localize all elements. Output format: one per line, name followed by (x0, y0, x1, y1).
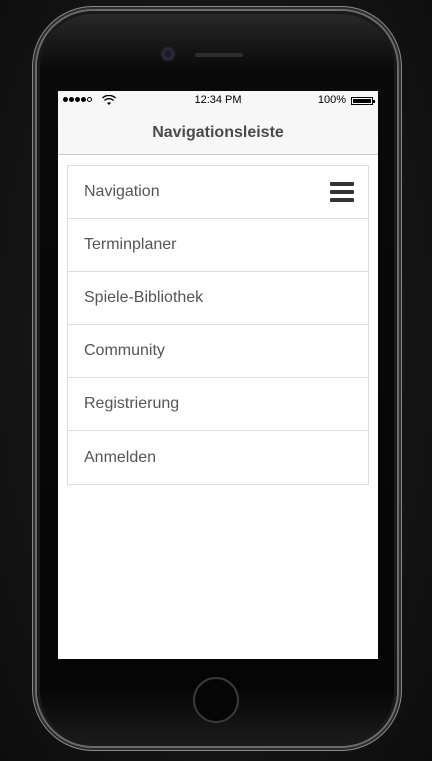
menu-item-community[interactable]: Community (68, 325, 368, 378)
home-button[interactable] (193, 677, 239, 723)
device-mockup-stage: 12:34 PM 100% Navigationsleiste Navigati… (0, 0, 432, 761)
menu-item-label: Community (84, 342, 165, 359)
menu-item-navigation[interactable]: Navigation (68, 166, 368, 219)
battery-icon (351, 97, 375, 105)
menu-item-label: Spiele-Bibliothek (84, 289, 204, 306)
menu-item-label: Registrierung (84, 395, 180, 412)
earpiece-speaker (195, 53, 243, 57)
page-title: Navigationsleiste (152, 123, 284, 141)
phone-screen: 12:34 PM 100% Navigationsleiste Navigati… (58, 91, 378, 659)
navigation-bar: Navigationsleiste (58, 111, 378, 155)
menu-item-label: Navigation (84, 183, 160, 200)
navigation-menu: Navigation Terminplaner Spiele-Bibliothe… (67, 165, 369, 485)
menu-item-anmelden[interactable]: Anmelden (68, 431, 368, 484)
menu-item-label: Anmelden (84, 448, 157, 466)
battery-percentage: 100% (317, 94, 346, 106)
power-button (397, 150, 401, 200)
front-camera (163, 49, 173, 59)
menu-item-spiele-bibliothek[interactable]: Spiele-Bibliothek (68, 272, 368, 325)
status-bar: 12:34 PM 100% (58, 91, 378, 111)
menu-item-registrierung[interactable]: Registrierung (68, 378, 368, 431)
menu-item-terminplaner[interactable]: Terminplaner (68, 219, 368, 272)
hamburger-icon[interactable] (330, 182, 354, 202)
menu-item-label: Terminplaner (84, 236, 177, 253)
